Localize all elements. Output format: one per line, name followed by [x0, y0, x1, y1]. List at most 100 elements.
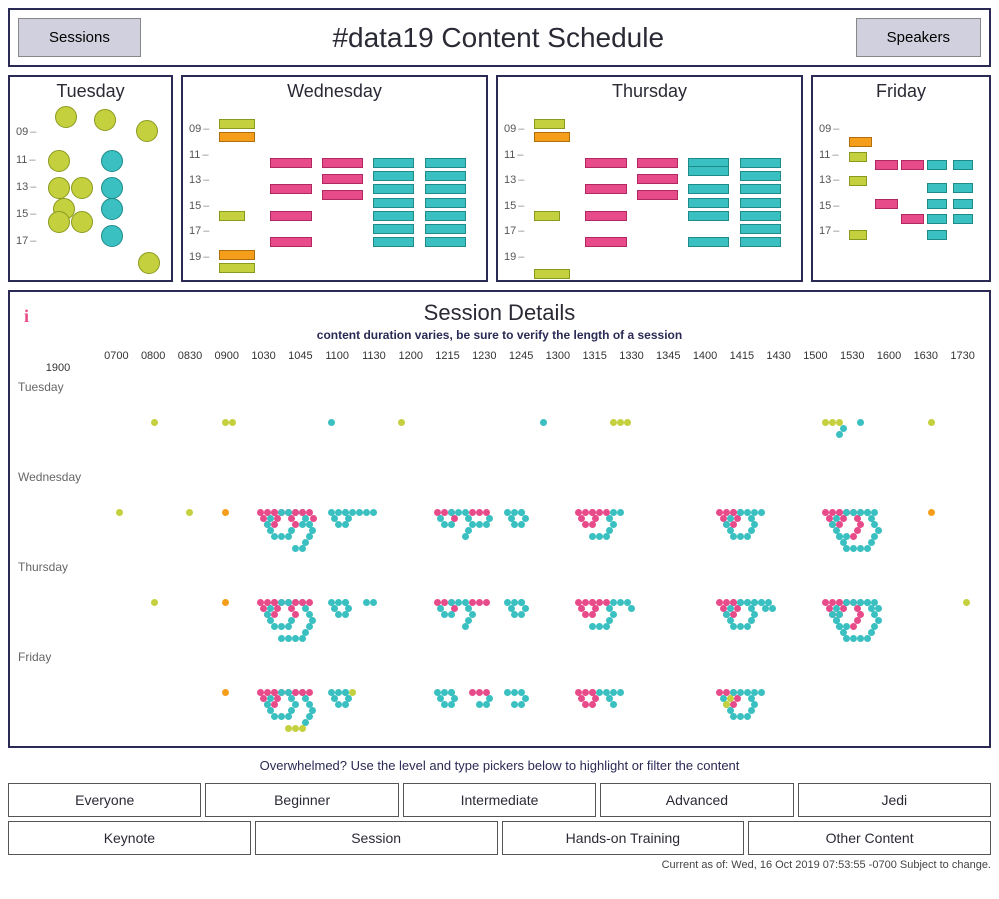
session-dot[interactable] [222, 689, 229, 696]
session-dot[interactable] [730, 713, 737, 720]
session-dot[interactable] [342, 689, 349, 696]
session-bar[interactable] [425, 171, 466, 181]
session-dot[interactable] [299, 599, 306, 606]
session-dot[interactable] [963, 599, 970, 606]
session-dot[interactable] [624, 419, 631, 426]
session-dot[interactable] [723, 611, 730, 618]
session-dot[interactable] [617, 509, 624, 516]
session-dot[interactable] [441, 521, 448, 528]
session-dot[interactable] [299, 689, 306, 696]
day-panel-friday[interactable]: Friday 09 11 13 15 17 [811, 75, 991, 282]
session-dot[interactable] [864, 635, 871, 642]
session-dot[interactable] [508, 515, 515, 522]
session-dot[interactable] [335, 521, 342, 528]
session-bar[interactable] [270, 184, 311, 194]
session-bar[interactable] [219, 132, 255, 142]
session-dot[interactable] [511, 689, 518, 696]
session-dot[interactable] [363, 599, 370, 606]
session-dot[interactable] [871, 509, 878, 516]
session-dot[interactable] [737, 623, 744, 630]
session-dot[interactable] [589, 509, 596, 516]
session-dot[interactable] [723, 521, 730, 528]
session-bar[interactable] [875, 199, 898, 209]
session-dot[interactable] [151, 419, 158, 426]
session-dot[interactable] [518, 701, 525, 708]
session-bar[interactable] [534, 211, 560, 221]
session-dot[interactable] [222, 419, 229, 426]
level-beginner[interactable]: Beginner [205, 783, 398, 817]
session-bar[interactable] [373, 224, 414, 234]
session-dot[interactable] [744, 599, 751, 606]
session-dot[interactable] [469, 689, 476, 696]
session-dot[interactable] [730, 533, 737, 540]
session-dot[interactable] [850, 533, 857, 540]
session-dot[interactable] [363, 509, 370, 516]
session-dot[interactable] [335, 611, 342, 618]
session-bar[interactable] [219, 211, 245, 221]
session-dot[interactable] [758, 689, 765, 696]
session-circle[interactable] [48, 211, 70, 233]
session-dot[interactable] [306, 599, 313, 606]
session-bar[interactable] [534, 119, 565, 129]
session-dot[interactable] [437, 515, 444, 522]
session-dot[interactable] [603, 623, 610, 630]
session-dot[interactable] [617, 689, 624, 696]
session-dot[interactable] [278, 623, 285, 630]
session-dot[interactable] [186, 509, 193, 516]
day-panel-thursday[interactable]: Thursday 09 11 13 15 17 19 [496, 75, 803, 282]
session-dot[interactable] [342, 611, 349, 618]
session-bar[interactable] [425, 211, 466, 221]
day-panel-wednesday[interactable]: Wednesday 09 11 13 15 17 19 [181, 75, 488, 282]
session-dot[interactable] [356, 509, 363, 516]
session-bar[interactable] [425, 158, 466, 168]
session-dot[interactable] [285, 623, 292, 630]
session-dot[interactable] [737, 599, 744, 606]
session-dot[interactable] [462, 533, 469, 540]
session-dot[interactable] [727, 707, 734, 714]
session-dot[interactable] [589, 611, 596, 618]
session-dot[interactable] [476, 599, 483, 606]
session-dot[interactable] [328, 419, 335, 426]
session-circle[interactable] [138, 252, 160, 274]
session-bar[interactable] [373, 158, 414, 168]
session-dot[interactable] [596, 689, 603, 696]
session-dot[interactable] [511, 521, 518, 528]
session-bar[interactable] [425, 184, 466, 194]
session-bar[interactable] [901, 214, 924, 224]
session-bar[interactable] [373, 211, 414, 221]
session-dot[interactable] [292, 509, 299, 516]
session-circle[interactable] [94, 109, 116, 131]
session-dot[interactable] [349, 509, 356, 516]
session-dot[interactable] [850, 509, 857, 516]
session-dot[interactable] [299, 725, 306, 732]
session-dot[interactable] [836, 611, 843, 618]
session-dot[interactable] [836, 623, 843, 630]
session-dot[interactable] [737, 509, 744, 516]
session-bar[interactable] [219, 263, 255, 273]
info-icon[interactable]: i [24, 306, 29, 327]
type-keynote[interactable]: Keynote [8, 821, 251, 855]
session-bar[interactable] [688, 166, 729, 176]
session-bar[interactable] [373, 184, 414, 194]
session-bar[interactable] [270, 158, 311, 168]
session-dot[interactable] [448, 521, 455, 528]
session-dot[interactable] [617, 599, 624, 606]
session-dot[interactable] [836, 533, 843, 540]
session-bar[interactable] [927, 183, 947, 193]
session-dot[interactable] [285, 725, 292, 732]
session-dot[interactable] [864, 545, 871, 552]
session-dot[interactable] [578, 695, 585, 702]
session-dot[interactable] [596, 533, 603, 540]
session-dot[interactable] [292, 689, 299, 696]
speakers-button[interactable]: Speakers [856, 18, 981, 57]
session-dot[interactable] [850, 599, 857, 606]
session-dot[interactable] [151, 599, 158, 606]
type-other[interactable]: Other Content [748, 821, 991, 855]
session-dot[interactable] [617, 419, 624, 426]
session-dot[interactable] [769, 605, 776, 612]
session-dot[interactable] [518, 599, 525, 606]
session-dot[interactable] [278, 635, 285, 642]
session-bar[interactable] [927, 160, 947, 170]
session-bar[interactable] [270, 211, 311, 221]
session-dot[interactable] [843, 599, 850, 606]
